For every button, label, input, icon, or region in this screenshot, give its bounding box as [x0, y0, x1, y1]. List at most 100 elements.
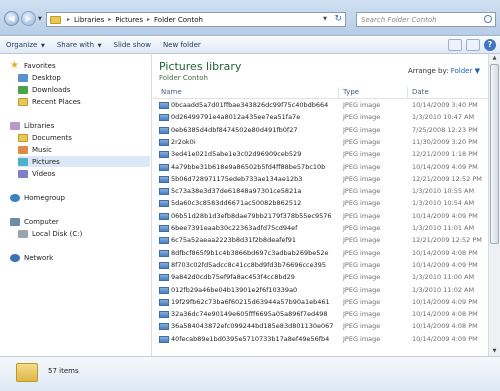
- nav-computer[interactable]: Computer: [10, 216, 160, 227]
- file-date: 12/21/2009 1:18 PM: [412, 150, 478, 159]
- chevron-right-icon[interactable]: ▸: [147, 16, 150, 23]
- star-icon: ★: [10, 59, 19, 71]
- libraries-icon: [10, 121, 20, 130]
- search-input[interactable]: Search Folder Contoh: [356, 12, 496, 27]
- file-type: JPEG image: [343, 150, 381, 159]
- recent-pages-dropdown[interactable]: ▼: [38, 16, 42, 22]
- nav-homegroup-label: Homegroup: [24, 193, 66, 202]
- nav-music-label: Music: [32, 145, 52, 154]
- file-row[interactable]: 9a842d0cdb75ef9fa8ac453f4cc8bd29 JPEG ima…: [153, 272, 488, 283]
- nav-recent-places[interactable]: Recent Places: [18, 96, 168, 107]
- file-name: 06b51d28b1d3efb8dae79bb2179f378b55ec9576: [171, 211, 332, 220]
- file-row[interactable]: 4a79bbe31b618e9a86502b5fd4ff88be57bc10b J…: [153, 162, 488, 173]
- file-name: 40fecab89e1bd0395e5710733b17a8ef49e56fb4: [171, 334, 330, 343]
- image-file-icon: [159, 298, 169, 306]
- chevron-right-icon[interactable]: ▸: [108, 16, 111, 23]
- file-row[interactable]: 012fb29a46be04b13901e2f6f10339a0 JPEG ima…: [153, 285, 488, 296]
- file-row[interactable]: 36a584043872efc099244bd185e83d801130e067…: [153, 321, 488, 332]
- new-folder-button[interactable]: New folder: [157, 41, 207, 49]
- column-divider[interactable]: [407, 87, 408, 98]
- nav-network-label: Network: [24, 253, 54, 262]
- column-header-name[interactable]: Name: [161, 88, 182, 96]
- file-row[interactable]: 0bcaadd5a7d01ffbae343826dc99f75c40bdb664…: [153, 100, 488, 111]
- file-row[interactable]: 8dfbcf865f9b1c4b3866bd697c3adbab269be52e…: [153, 248, 488, 259]
- file-row[interactable]: 40fecab89e1bd0395e5710733b17a8ef49e56fb4…: [153, 334, 488, 345]
- refresh-icon[interactable]: ↻: [334, 14, 342, 24]
- nav-pictures-label: Pictures: [32, 157, 60, 166]
- nav-local-disk[interactable]: Local Disk (C:): [18, 228, 168, 239]
- file-row[interactable]: 5b06d728971175edeb733ae134ae12b3 JPEG ima…: [153, 174, 488, 185]
- slide-show-button[interactable]: Slide show: [108, 41, 157, 49]
- share-with-button[interactable]: Share with ▼: [51, 41, 108, 49]
- nav-downloads-label: Downloads: [32, 85, 71, 94]
- image-file-icon: [159, 274, 169, 282]
- search-placeholder: Search Folder Contoh: [361, 15, 437, 24]
- file-row[interactable]: 3ed41e021d5abe1e3c02d96909ceb529 JPEG ima…: [153, 149, 488, 160]
- search-icon[interactable]: [484, 15, 492, 23]
- image-file-icon: [159, 237, 169, 245]
- file-name: 8dfbcf865f9b1c4b3866bd697c3adbab269be52e: [171, 248, 329, 257]
- nav-recent-label: Recent Places: [32, 97, 81, 106]
- file-date: 1/3/2010 11:02 AM: [412, 285, 475, 294]
- music-icon: [18, 145, 28, 154]
- file-row[interactable]: 5da60c3c8583dd6671ac50082b862512 JPEG ima…: [153, 198, 488, 209]
- nav-favorites[interactable]: ★ Favorites: [10, 60, 160, 71]
- image-file-icon: [159, 261, 169, 269]
- back-button[interactable]: ◀: [4, 11, 19, 26]
- file-name: 6bee7391eaab30c22363adfd75cd94ef: [171, 224, 298, 232]
- column-divider[interactable]: [338, 87, 339, 98]
- nav-libraries-label: Libraries: [24, 121, 55, 130]
- nav-documents[interactable]: Documents: [18, 132, 168, 143]
- image-file-icon: [159, 335, 169, 343]
- file-name: 6c75a52aeaa2223b8d31f2b8deafef91: [171, 236, 297, 245]
- file-row[interactable]: 06b51d28b1d3efb8dae79bb2179f378b55ec9576…: [153, 211, 488, 222]
- arrange-by-dropdown[interactable]: Folder ▼: [451, 67, 480, 75]
- file-type: JPEG image: [343, 113, 381, 122]
- file-row[interactable]: 2r2ok0i JPEG image 11/30/2009 3:20 PM: [153, 137, 488, 148]
- file-row[interactable]: 32a36dc74e90149e605fff6695a05a896f7ed498…: [153, 309, 488, 320]
- image-file-icon: [159, 323, 169, 331]
- file-row[interactable]: 19f29fb62c73ba6f60215d63944a57b90a1eb461…: [153, 297, 488, 308]
- nav-computer-label: Computer: [24, 217, 59, 226]
- forward-arrow-icon: ▶: [25, 14, 32, 23]
- change-view-icon[interactable]: [448, 39, 462, 51]
- file-row[interactable]: 5c73a38e3d37de61848a97301ce5821a JPEG ima…: [153, 186, 488, 197]
- file-date: 12/21/2009 12:52 PM: [412, 236, 482, 245]
- breadcrumb-pictures[interactable]: Pictures: [115, 16, 143, 24]
- file-row[interactable]: 0d26499791e4a8012a435ee7ea51fa7e JPEG ima…: [153, 112, 488, 123]
- nav-network[interactable]: Network: [10, 252, 160, 263]
- file-row[interactable]: 6bee7391eaab30c22363adfd75cd94ef JPEG ima…: [153, 223, 488, 234]
- navigation-pane: ★ Favorites Desktop Downloads Recent Plac…: [0, 54, 152, 356]
- nav-desktop[interactable]: Desktop: [18, 72, 168, 83]
- nav-homegroup[interactable]: Homegroup: [10, 192, 160, 203]
- file-type: JPEG image: [343, 334, 381, 343]
- forward-button[interactable]: ▶: [21, 11, 36, 26]
- chevron-right-icon[interactable]: ▸: [67, 16, 70, 23]
- file-row[interactable]: 8f703c02fd5adcc8c41cc8bd9fd3b76696cce395…: [153, 260, 488, 271]
- scrollbar-thumb[interactable]: [490, 64, 499, 244]
- breadcrumb-libraries[interactable]: Libraries: [74, 16, 104, 24]
- scroll-down-icon[interactable]: ▼: [489, 347, 500, 356]
- nav-pictures[interactable]: Pictures: [18, 156, 150, 167]
- column-header-type[interactable]: Type: [343, 88, 359, 96]
- column-header-date[interactable]: Date: [412, 88, 429, 96]
- nav-videos[interactable]: Videos: [18, 168, 168, 179]
- vertical-scrollbar[interactable]: ▲ ▼: [488, 54, 500, 356]
- address-dropdown-icon[interactable]: ▼: [323, 16, 327, 22]
- file-row[interactable]: 6c75a52aeaa2223b8d31f2b8deafef91 JPEG ima…: [153, 235, 488, 246]
- nav-libraries[interactable]: Libraries: [10, 120, 160, 131]
- preview-pane-icon[interactable]: [466, 39, 480, 51]
- file-row[interactable]: 0eb6385d4dbf8474502e80d491fb0f27 JPEG ima…: [153, 125, 488, 136]
- nav-music[interactable]: Music: [18, 144, 168, 155]
- nav-downloads[interactable]: Downloads: [18, 84, 168, 95]
- command-bar: Organize ▼ Share with ▼ Slide show New f…: [0, 37, 500, 54]
- breadcrumb-folder-contoh[interactable]: Folder Contoh: [154, 16, 203, 24]
- file-date: 1/3/2010 10:55 AM: [412, 187, 475, 196]
- help-icon[interactable]: ?: [484, 39, 496, 51]
- image-file-icon: [159, 126, 169, 134]
- scroll-up-icon[interactable]: ▲: [489, 54, 500, 63]
- address-bar[interactable]: ▸ Libraries ▸ Pictures ▸ Folder Contoh ▼…: [46, 12, 346, 27]
- desktop-icon: [18, 73, 28, 82]
- organize-button[interactable]: Organize ▼: [0, 41, 51, 49]
- file-type: JPEG image: [343, 199, 381, 208]
